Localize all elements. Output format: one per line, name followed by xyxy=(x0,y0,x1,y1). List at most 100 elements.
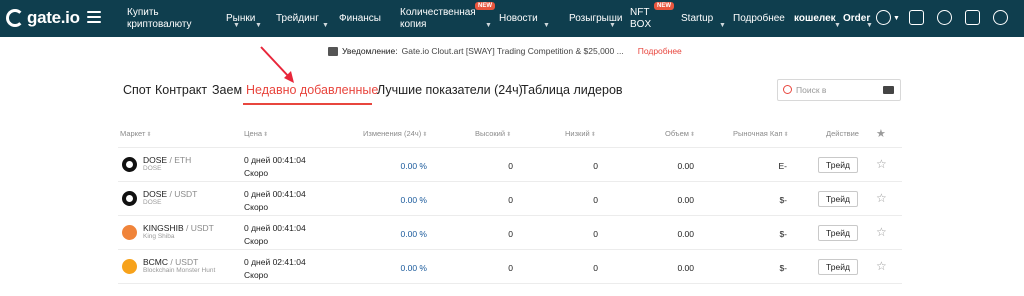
keyboard-icon[interactable] xyxy=(883,86,894,94)
notice-text[interactable]: Gate.io Clout.art [SWAY] Trading Competi… xyxy=(402,46,624,56)
chevron-down-icon: ▼ xyxy=(609,22,616,29)
favorite-star-icon[interactable]: ☆ xyxy=(876,157,887,171)
nav-startup[interactable]: Startup ▼ xyxy=(681,0,726,37)
header-low[interactable]: Низкий⬍ xyxy=(565,129,596,138)
table-row[interactable]: DOSE / ETH DOSE 0 дней 00:41:04 Скоро 0.… xyxy=(0,148,1024,182)
new-badge: NEW xyxy=(475,2,495,10)
headset-icon[interactable] xyxy=(937,10,952,25)
low-value: 0 xyxy=(593,161,598,171)
table-row[interactable]: KINGSHIB / USDT King Shiba 0 дней 00:41:… xyxy=(0,216,1024,250)
nav-giveaways[interactable]: Розыгрыши ▼ xyxy=(569,0,622,37)
download-icon[interactable] xyxy=(965,10,980,25)
tab-spot[interactable]: Спот xyxy=(123,83,151,97)
status-text: Скоро xyxy=(244,236,269,246)
change-value: 0.00 % xyxy=(400,195,427,205)
status-text: Скоро xyxy=(244,270,269,280)
favorite-star-icon[interactable]: ☆ xyxy=(876,191,887,205)
coin-full-name: DOSE xyxy=(143,165,162,172)
hamburger-menu-icon[interactable] xyxy=(87,11,101,23)
trade-button[interactable]: Трейд xyxy=(818,157,858,173)
tab-top-performers[interactable]: Лучшие показатели (24ч) xyxy=(377,83,523,97)
nav-more[interactable]: Подробнее xyxy=(733,0,785,37)
globe-icon[interactable] xyxy=(993,10,1008,25)
user-icon[interactable] xyxy=(876,10,891,25)
nav-buy-crypto[interactable]: Купить криптовалюту ▼ xyxy=(127,0,240,37)
header-market[interactable]: Маркет⬍ xyxy=(120,129,151,138)
change-value: 0.00 % xyxy=(400,229,427,239)
pair-name[interactable]: DOSE / ETH xyxy=(143,155,191,165)
search-box xyxy=(777,79,901,101)
trade-button[interactable]: Трейд xyxy=(818,191,858,207)
bank-icon[interactable] xyxy=(909,10,924,25)
header-change[interactable]: Изменения (24ч)⬍ xyxy=(363,129,427,138)
nav-nft-box[interactable]: NFT BOX NEW xyxy=(630,0,674,37)
nav-trading[interactable]: Трейдинг ▼ xyxy=(276,0,329,37)
chevron-down-icon: ▼ xyxy=(543,22,550,29)
volume-value: 0.00 xyxy=(677,195,694,205)
high-value: 0 xyxy=(508,161,513,171)
active-tab-underline xyxy=(243,103,372,105)
nav-copy-trading[interactable]: Количественная копия NEW ▼ xyxy=(400,0,495,37)
trade-button[interactable]: Трейд xyxy=(818,259,858,275)
sort-icon: ⬍ xyxy=(146,132,152,138)
search-input[interactable] xyxy=(796,82,876,98)
nav-finance[interactable]: Финансы xyxy=(339,0,381,37)
chevron-down-icon: ▼ xyxy=(866,22,873,29)
nav-wallet[interactable]: кошелек ▼ xyxy=(794,0,841,37)
chevron-down-icon: ▼ xyxy=(719,22,726,29)
change-value: 0.00 % xyxy=(400,161,427,171)
countdown: 0 дней 02:41:04 xyxy=(244,257,306,267)
coin-full-name: King Shiba xyxy=(143,233,175,240)
table-row[interactable]: BCMC / USDT Blockchain Monster Hunt 0 дн… xyxy=(0,250,1024,284)
sort-icon: ⬍ xyxy=(422,132,428,138)
countdown: 0 дней 00:41:04 xyxy=(244,189,306,199)
sort-icon: ⬍ xyxy=(506,132,512,138)
favorite-star-icon[interactable]: ☆ xyxy=(876,259,887,273)
pair-name[interactable]: KINGSHIB / USDT xyxy=(143,223,214,233)
pair-name[interactable]: BCMC / USDT xyxy=(143,257,198,267)
pair-name[interactable]: DOSE / USDT xyxy=(143,189,197,199)
table-row[interactable]: DOSE / USDT DOSE 0 дней 00:41:04 Скоро 0… xyxy=(0,182,1024,216)
nav-news[interactable]: Новости ▼ xyxy=(499,0,550,37)
header-price[interactable]: Цена⬍ xyxy=(244,129,268,138)
volume-value: 0.00 xyxy=(677,229,694,239)
star-icon[interactable]: ★ xyxy=(876,127,886,140)
market-cap-value: $- xyxy=(779,263,787,273)
nav-order[interactable]: Order ▼ xyxy=(843,0,873,37)
gate-logo[interactable]: gate.io xyxy=(6,8,80,28)
high-value: 0 xyxy=(508,195,513,205)
tab-loan[interactable]: Заем xyxy=(212,83,242,97)
divider xyxy=(118,283,902,284)
search-icon xyxy=(783,85,792,94)
gate-logo-icon xyxy=(6,9,24,27)
trade-button[interactable]: Трейд xyxy=(818,225,858,241)
chevron-down-icon: ▼ xyxy=(485,22,492,29)
notice-more-link[interactable]: Подробнее xyxy=(638,46,682,56)
shiba-coin-icon xyxy=(122,225,137,240)
high-value: 0 xyxy=(508,229,513,239)
header-market-cap[interactable]: Рыночная Кап⬍ xyxy=(733,129,789,138)
coin-full-name: DOSE xyxy=(143,199,162,206)
chevron-down-icon: ▼ xyxy=(322,22,329,29)
announcement-icon xyxy=(328,46,338,56)
favorite-star-icon[interactable]: ☆ xyxy=(876,225,887,239)
dose-coin-icon xyxy=(122,191,137,206)
high-value: 0 xyxy=(508,263,513,273)
notice-label: Уведомление: xyxy=(342,46,398,56)
chevron-down-icon: ▼ xyxy=(255,22,262,29)
tab-contract[interactable]: Контракт xyxy=(155,83,207,97)
volume-value: 0.00 xyxy=(677,263,694,273)
bcmc-coin-icon xyxy=(122,259,137,274)
countdown: 0 дней 00:41:04 xyxy=(244,223,306,233)
status-text: Скоро xyxy=(244,202,269,212)
countdown: 0 дней 00:41:04 xyxy=(244,155,306,165)
coin-full-name: Blockchain Monster Hunt xyxy=(143,267,216,274)
tab-leaderboard[interactable]: Таблица лидеров xyxy=(521,83,623,97)
chevron-down-icon: ▼ xyxy=(893,14,900,22)
market-cap-value: E- xyxy=(778,161,788,171)
header-high[interactable]: Высокий⬍ xyxy=(475,129,511,138)
nav-markets[interactable]: Рынки ▼ xyxy=(226,0,262,37)
header-volume[interactable]: Объем⬍ xyxy=(665,129,695,138)
chevron-down-icon: ▼ xyxy=(834,22,841,29)
tab-recently-added[interactable]: Недавно добавленные xyxy=(246,83,378,97)
